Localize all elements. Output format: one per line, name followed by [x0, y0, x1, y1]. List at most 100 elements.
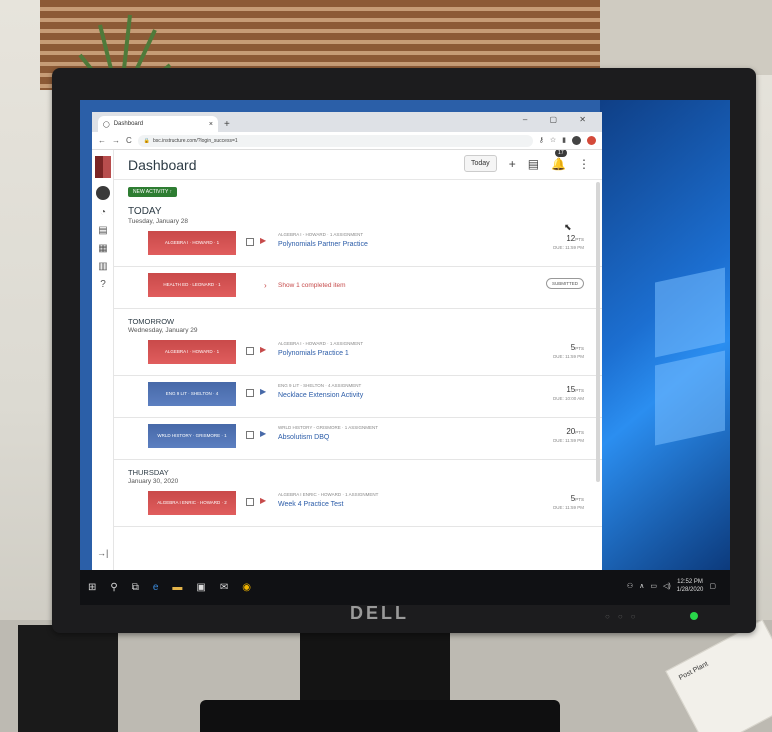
- due-time: DUE: 10:00 AM: [552, 396, 584, 401]
- points: 20PTS: [566, 427, 584, 436]
- points: 5PTS: [570, 343, 584, 352]
- extension-red-icon[interactable]: [587, 136, 596, 145]
- new-activity-button[interactable]: NEW ACTIVITY ↑: [128, 187, 178, 197]
- monitor-brand-logo: DELL: [350, 603, 409, 623]
- page-title: Dashboard: [128, 156, 197, 173]
- complete-checkbox[interactable]: [246, 431, 254, 439]
- points: 5PTS: [570, 494, 584, 503]
- edge-icon[interactable]: e: [153, 582, 159, 593]
- planner-item: WRLD HISTORY · GRISMORE · 1 ▶ WRLD HISTO…: [114, 418, 602, 460]
- file-explorer-icon[interactable]: ▬: [172, 582, 182, 593]
- task-view-icon[interactable]: ⧉: [132, 582, 139, 593]
- star-icon[interactable]: ☆: [550, 136, 556, 145]
- show-hidden-icons[interactable]: ∧: [639, 582, 644, 590]
- browser-tab-dashboard[interactable]: ◯ Dashboard ×: [98, 116, 218, 132]
- complete-checkbox[interactable]: [246, 389, 254, 397]
- planner-item: ENG 9 LIT · SHELTON · 4 ▶ ENG 9 LIT - SH…: [114, 376, 602, 418]
- course-chip[interactable]: ALGEBRA I ENRIC · HOWARD · 2: [148, 491, 236, 515]
- header-actions: Today + ▤ 🔔 17 ⋮: [464, 150, 590, 172]
- day-heading-tomorrow: TOMORROW Wednesday, January 29: [114, 317, 602, 334]
- collapse-nav-icon[interactable]: →|: [97, 548, 108, 558]
- show-completed-link[interactable]: Show 1 completed item: [278, 282, 346, 289]
- help-icon[interactable]: ?: [97, 279, 109, 291]
- courses-icon[interactable]: ▤: [97, 225, 109, 237]
- clock[interactable]: 12:52 PM 1/28/2020: [677, 578, 704, 594]
- key-icon[interactable]: ⚷: [539, 136, 544, 145]
- canvas-app: ◔ ▤ ▦ ▥ ? →| Dashboard Today + ▤ 🔔17 ⋮: [92, 150, 602, 570]
- day-date: Wednesday, January 29: [128, 327, 198, 334]
- due-time: DUE: 11:59 PM: [553, 245, 584, 250]
- add-todo-icon[interactable]: +: [509, 157, 516, 171]
- dashboard-icon[interactable]: ◔: [97, 207, 109, 219]
- complete-checkbox[interactable]: [246, 498, 254, 506]
- institution-logo[interactable]: [95, 156, 111, 178]
- network-icon[interactable]: ▭: [650, 582, 657, 590]
- course-chip[interactable]: ALGEBRA I · HOWARD · 1: [148, 231, 236, 255]
- store-icon[interactable]: ▣: [196, 582, 205, 593]
- grades-icon[interactable]: ▤: [528, 157, 539, 171]
- assignment-link[interactable]: Necklace Extension Activity: [278, 392, 363, 399]
- notification-badge: 17: [555, 150, 567, 157]
- course-chip[interactable]: WRLD HISTORY · GRISMORE · 1: [148, 424, 236, 448]
- day-name: TODAY: [128, 206, 162, 217]
- tab-close-icon[interactable]: ×: [209, 121, 213, 128]
- calendar-icon[interactable]: ▦: [97, 243, 109, 255]
- inbox-icon[interactable]: ▥: [97, 261, 109, 273]
- start-icon[interactable]: ⊞: [88, 582, 96, 593]
- assignment-icon: ▶: [260, 236, 267, 245]
- search-icon[interactable]: ⚲: [110, 582, 117, 593]
- course-chip[interactable]: ALGEBRA I · HOWARD · 1: [148, 340, 236, 364]
- extension-icon[interactable]: ▮: [562, 136, 566, 145]
- assignment-link[interactable]: Week 4 Practice Test: [278, 501, 344, 508]
- day-name: TOMORROW: [128, 317, 175, 326]
- chrome-icon[interactable]: ◉: [242, 582, 251, 593]
- complete-checkbox[interactable]: [246, 238, 254, 246]
- monitor-buttons[interactable]: ○○○: [605, 612, 644, 621]
- item-meta: ENG 9 LIT - SHELTON · 4 ASSIGNMENT: [278, 383, 362, 388]
- lock-icon: 🔒: [143, 137, 151, 144]
- planner-item: ALGEBRA I · HOWARD · 1 ▶ ALGEBRA I - HOW…: [114, 225, 602, 267]
- assignment-link[interactable]: Polynomials Partner Practice: [278, 241, 368, 248]
- item-meta: ALGEBRA I ENRIC - HOWARD · 1 ASSIGNMENT: [278, 492, 379, 497]
- back-icon[interactable]: ←: [98, 136, 106, 145]
- assignment-icon: ▶: [260, 345, 267, 354]
- assignment-link[interactable]: Absolutism DBQ: [278, 434, 329, 441]
- complete-checkbox[interactable]: [246, 347, 254, 355]
- mail-icon[interactable]: ✉: [220, 582, 228, 593]
- notification-bell-icon[interactable]: 🔔 17: [551, 150, 567, 171]
- window-controls[interactable]: – ▢ ✕: [523, 115, 596, 124]
- action-center-icon[interactable]: ▢: [709, 582, 716, 590]
- reload-icon[interactable]: C: [126, 136, 132, 145]
- assignment-link[interactable]: Polynomials Practice 1: [278, 350, 349, 357]
- tab-strip: ◯ Dashboard × + – ▢ ✕: [92, 112, 602, 132]
- scrollbar[interactable]: [596, 182, 600, 482]
- due-time: DUE: 11:59 PM: [553, 505, 584, 510]
- address-bar-icons: ⚷ ☆ ▮: [539, 136, 596, 145]
- item-meta: ALGEBRA I - HOWARD · 1 ASSIGNMENT: [278, 232, 364, 237]
- new-tab-button[interactable]: +: [224, 119, 230, 132]
- assignment-icon: ▶: [260, 387, 267, 396]
- people-icon[interactable]: ⚇: [627, 582, 633, 590]
- completed-items-row: HEALTH ED · LEONARD · 1 › Show 1 complet…: [114, 267, 602, 309]
- chevron-right-icon[interactable]: ›: [264, 281, 267, 290]
- volume-icon[interactable]: ◁): [663, 582, 671, 590]
- profile-avatar-icon[interactable]: [572, 136, 581, 145]
- more-options-icon[interactable]: ⋮: [578, 157, 590, 171]
- status-badge: SUBMITTED: [545, 278, 584, 289]
- url-input[interactable]: 🔒 bsc.instructure.com/?login_success=1: [137, 134, 533, 147]
- power-led-icon: [690, 612, 698, 620]
- account-avatar[interactable]: [96, 186, 110, 200]
- item-meta: WRLD HISTORY - GRISMORE · 1 ASSIGNMENT: [278, 425, 379, 430]
- screen: ◯ Dashboard × + – ▢ ✕ ← → C 🔒 bsc.instru…: [80, 100, 730, 605]
- day-date: January 30, 2020: [128, 478, 179, 485]
- today-button[interactable]: Today: [464, 155, 497, 172]
- windows-logo-pane-lower: [655, 350, 725, 446]
- course-chip[interactable]: HEALTH ED · LEONARD · 1: [148, 273, 236, 297]
- points: 12PTS: [566, 234, 584, 243]
- forward-icon[interactable]: →: [112, 136, 120, 145]
- points: 15PTS: [566, 385, 584, 394]
- day-heading-thursday: THURSDAY January 30, 2020: [114, 468, 602, 485]
- url-text: bsc.instructure.com/?login_success=1: [153, 137, 238, 144]
- canvas-favicon-icon: ◯: [103, 121, 110, 128]
- course-chip[interactable]: ENG 9 LIT · SHELTON · 4: [148, 382, 236, 406]
